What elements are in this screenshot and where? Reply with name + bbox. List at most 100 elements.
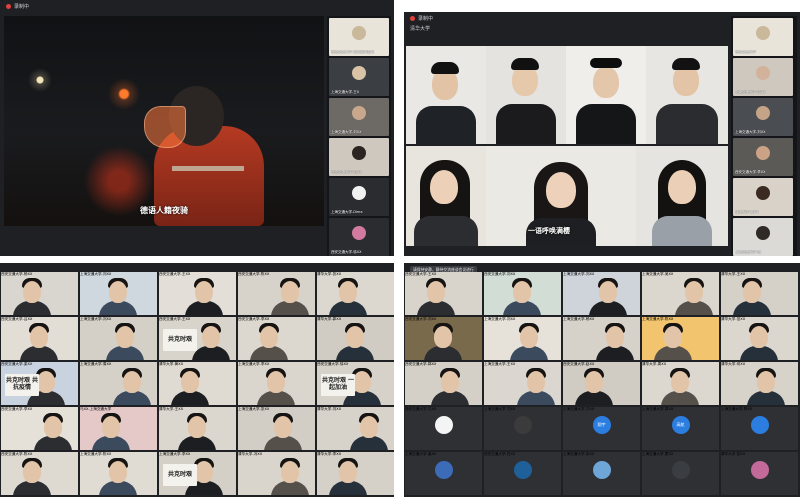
participant-tile[interactable]: 上海交通大学-周XX xyxy=(80,362,157,405)
participant-avatar xyxy=(750,416,769,435)
participant-tile[interactable]: 西安交通大学-徐XX xyxy=(329,218,389,256)
participant-sidebar[interactable]: 西安交通大学-吴曦鲜明嘉年 上海交通大学-王X 上海交通大学-刘XX 西安交通大学-刘… xyxy=(327,16,391,256)
person-face xyxy=(668,170,696,204)
participant-tile[interactable]: 上海交通大学-刘XX xyxy=(563,272,640,315)
person-body xyxy=(13,481,51,495)
person-face xyxy=(23,281,41,303)
participant-tile[interactable]: 清华大学-黄XX xyxy=(159,362,236,405)
participant-tile[interactable]: 上海交通大学-陈XX xyxy=(721,407,798,450)
participant-tile[interactable]: 清华大学-何XX xyxy=(721,362,798,405)
gallery-grid: 西安交通大学-王XX 西安交通大学-刘XX 上海交通大学-刘XX 上海交通大学-吴XX… xyxy=(404,271,800,497)
person-body xyxy=(576,104,636,144)
participant-tile[interactable]: 上海交通大学-姜XX xyxy=(405,452,482,495)
person-face xyxy=(671,371,689,393)
speaker-video[interactable]: 德语人籍夜骑 xyxy=(4,16,324,226)
participant-tile[interactable]: 清华大学-王XX xyxy=(159,407,236,450)
participant-tile[interactable]: 清华大学-周XX xyxy=(642,362,719,405)
participant-avatar xyxy=(352,106,366,121)
participant-tile[interactable]: 西安交通大学-李XX xyxy=(733,138,793,176)
participant-tile[interactable]: 上海交通大学-吴XX xyxy=(642,272,719,315)
participant-tile[interactable]: 上海交通大学-刘XX xyxy=(80,317,157,360)
person-body xyxy=(329,301,367,315)
participant-tile[interactable]: 翔宇 上海交通大学-方XX xyxy=(563,407,640,450)
participant-tile[interactable]: 上海交通大学-徐XX xyxy=(733,58,793,96)
participant-tile[interactable]: 上海交通大学-杨XX xyxy=(563,317,640,360)
person-hair xyxy=(431,62,459,74)
participant-tile[interactable]: 高航 上海交通大学-周XX xyxy=(642,407,719,450)
participant-name: 清华大学-王XX xyxy=(159,407,184,411)
participant-tile[interactable]: 清华大学-刘XX xyxy=(317,407,394,450)
participant-tile[interactable]: 清华大学-王XX xyxy=(721,272,798,315)
speaker-video[interactable]: 一语呼唤满樱 xyxy=(406,46,728,246)
participant-tile[interactable]: 西安交通大学-任XX xyxy=(484,452,561,495)
participant-avatar xyxy=(513,416,532,435)
participant-tile[interactable]: 西安交通大学-陈XX xyxy=(1,452,78,495)
participant-tile[interactable]: 清华大学-李XX xyxy=(317,452,394,495)
participant-tile[interactable]: 上海交通大学-李XX xyxy=(238,362,315,405)
participant-tile[interactable]: 西安交通大学-吴曦鲜明嘉年 xyxy=(329,18,389,56)
person-face xyxy=(281,281,299,303)
participant-tile[interactable]: 西安交通大学-杨XX xyxy=(1,272,78,315)
cap xyxy=(590,58,622,68)
participant-tile[interactable]: 西安交通大学 xyxy=(733,18,793,56)
participant-tile[interactable]: 共克时艰 上海交通大学-李XX xyxy=(159,452,236,495)
participant-name: 西安交通大学-刘XX xyxy=(331,170,362,174)
participant-tile[interactable]: 上海交通大学-Dima xyxy=(329,178,389,216)
person-body xyxy=(661,391,699,405)
participant-tile[interactable]: 清华大学-范XX xyxy=(721,317,798,360)
person-body xyxy=(264,436,302,450)
person-face xyxy=(102,416,120,438)
participant-tile[interactable]: 共克时艰 共抗疫情 西安交通大学-梁XX xyxy=(1,362,78,405)
participant-tile[interactable]: 西安交通大学-赵XX xyxy=(563,362,640,405)
video-cell xyxy=(406,46,486,144)
participant-tile[interactable]: 上海交通大学-张XX xyxy=(238,407,315,450)
participant-tile[interactable]: 西安交通大学-孔XX xyxy=(405,407,482,450)
participant-name: 上海交通大学-陈XX xyxy=(642,317,674,321)
participant-tile[interactable]: 上海交通大学-王XX xyxy=(484,362,561,405)
participant-tile[interactable]: 西安交通大学-王XX xyxy=(405,272,482,315)
person-face xyxy=(181,371,199,393)
participant-tile[interactable]: 西安交通大学-郭XX xyxy=(405,362,482,405)
participant-tile[interactable]: 西安交通大学-刘XX xyxy=(329,138,389,176)
person-face xyxy=(123,371,141,393)
participant-tile[interactable]: 清华大学-张XX xyxy=(317,272,394,315)
participant-tile[interactable]: 清华大学-黄XX xyxy=(733,178,793,216)
participant-sidebar[interactable]: 西安交通大学上海交通大学-徐XX 上海交通大学-刘XX 西安交通大学-李XX 清华大学… xyxy=(731,16,797,256)
participant-tile[interactable]: 西安交通大学-李XX xyxy=(1,407,78,450)
participant-tile[interactable]: 清华大学-冯XX xyxy=(238,452,315,495)
participant-name: 上海交通大学-徐XX xyxy=(735,90,766,94)
participant-name: 西安交通大学-梁XX xyxy=(1,362,33,366)
top-bar: 录制中 xyxy=(0,0,394,14)
participant-tile[interactable]: 共克时艰 西安交通大学-王XX xyxy=(159,317,236,360)
participant-tile[interactable]: 西安交通大学-王XX xyxy=(159,272,236,315)
participant-tile[interactable]: 上海交通大学-刘XX xyxy=(484,407,561,450)
participant-name: 西安交通大学-任XX xyxy=(484,452,516,456)
participant-tile[interactable]: 上海交通大学-王X xyxy=(329,58,389,96)
person-body xyxy=(656,104,718,144)
participant-tile[interactable]: 西安交通大学-吕XX xyxy=(1,317,78,360)
participant-tile[interactable]: 西安交通大学-刘XX xyxy=(484,272,561,315)
participant-tile[interactable]: 上海交通大学-刘XX xyxy=(80,272,157,315)
participant-tile[interactable]: 马XX-上海交通大学 xyxy=(80,407,157,450)
person-face xyxy=(513,281,531,303)
participant-tile[interactable]: 西安交通大学-李XX xyxy=(238,317,315,360)
participant-tile[interactable]: 上海交通大学-霍XX xyxy=(642,452,719,495)
participant-tile[interactable]: 上海交通大学-陈XX xyxy=(642,317,719,360)
participant-tile[interactable]: 上海交通大学-张XX xyxy=(563,452,640,495)
participant-tile[interactable]: 上海交通大学-刘XX xyxy=(733,98,793,136)
participant-avatar xyxy=(352,66,366,81)
participant-avatar xyxy=(352,26,366,41)
participant-name: 上海交通大学-周XX xyxy=(80,362,112,366)
participant-tile[interactable]: 清华大学-郭XX xyxy=(317,317,394,360)
participant-name: 西安交通大学-王XX xyxy=(159,272,191,276)
participant-tile[interactable]: 上海交通大学-刘XX xyxy=(484,317,561,360)
participant-tile[interactable]: 上海交通大学-陈XX xyxy=(80,452,157,495)
participant-tile[interactable]: 共克时艰 一起加油 西安交通大学-徐XX xyxy=(317,362,394,405)
person-face xyxy=(427,281,445,303)
participant-tile[interactable]: 西安交通大学-陈XX xyxy=(238,272,315,315)
video-cell xyxy=(406,146,486,246)
participant-tile[interactable]: 西安交通大学-刘XX xyxy=(405,317,482,360)
participant-tile[interactable]: 上海交通大学-刘XX xyxy=(329,98,389,136)
participant-tile[interactable]: 上海交通大学-杨 xyxy=(733,218,793,256)
participant-tile[interactable]: 清华大学-张XX xyxy=(721,452,798,495)
